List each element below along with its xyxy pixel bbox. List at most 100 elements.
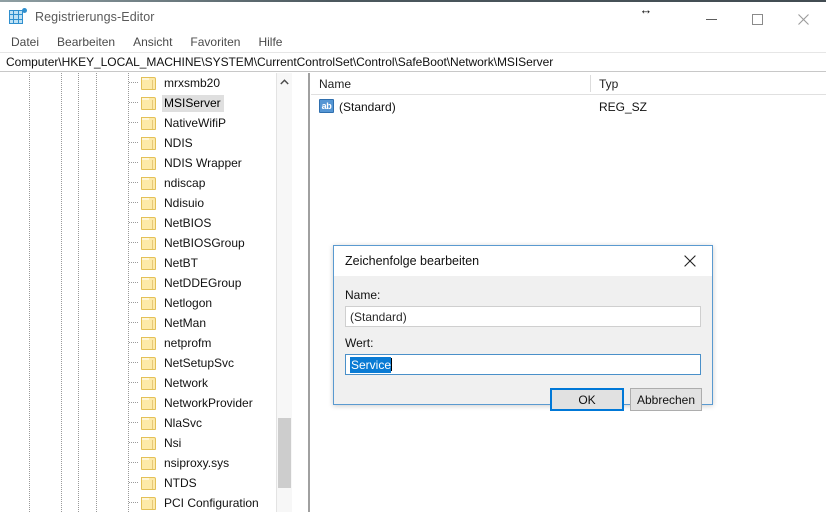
tree-item-nsiproxy-sys[interactable]: nsiproxy.sys: [0, 453, 292, 473]
tree-item-networkprovider[interactable]: NetworkProvider: [0, 393, 292, 413]
tree-connector: [129, 422, 139, 423]
tree-item-netbt[interactable]: NetBT: [0, 253, 292, 273]
column-header-name[interactable]: Name: [319, 73, 351, 94]
name-field[interactable]: (Standard): [345, 306, 701, 327]
tree-item-ndisuio[interactable]: Ndisuio: [0, 193, 292, 213]
scrollbar-up-button[interactable]: [277, 73, 292, 90]
close-button[interactable]: [780, 4, 826, 34]
scrollbar-thumb[interactable]: [278, 418, 291, 488]
tree-item-netbios[interactable]: NetBIOS: [0, 213, 292, 233]
list-column-header: Name Typ: [311, 73, 826, 95]
window-controls: [688, 4, 826, 34]
tree-connector: [129, 142, 139, 143]
window-titlebar: Registrierungs-Editor: [0, 2, 826, 32]
tree-item-mrxsmb20[interactable]: mrxsmb20: [0, 73, 292, 93]
folder-icon: [141, 136, 156, 150]
tree-item-nativewifip[interactable]: NativeWifiP: [0, 113, 292, 133]
tree-item-netlogon[interactable]: Netlogon: [0, 293, 292, 313]
tree-connector: [129, 482, 139, 483]
registry-editor-icon: [9, 8, 27, 25]
tree-item-pci-configuration[interactable]: PCI Configuration: [0, 493, 292, 512]
tree-vertical-scrollbar[interactable]: [276, 73, 292, 512]
folder-icon: [141, 356, 156, 370]
table-row[interactable]: ab (Standard) REG_SZ: [311, 97, 826, 117]
tree-connector: [129, 102, 139, 103]
tree-item-label: NetworkProvider: [164, 395, 253, 410]
tree-item-label: PCI Configuration: [164, 495, 259, 510]
tree-item-netddegroup[interactable]: NetDDEGroup: [0, 273, 292, 293]
tree-item-msiserver[interactable]: MSIServer: [0, 93, 292, 113]
tree-item-nlasvc[interactable]: NlaSvc: [0, 413, 292, 433]
tree-item-label: ndiscap: [164, 175, 206, 190]
tree-item-netsetupsvc[interactable]: NetSetupSvc: [0, 353, 292, 373]
tree-item-ntds[interactable]: NTDS: [0, 473, 292, 493]
tree-item-label: Netlogon: [164, 295, 213, 310]
tree-connector: [129, 122, 139, 123]
minimize-button[interactable]: [688, 4, 734, 34]
cancel-button[interactable]: Abbrechen: [630, 388, 702, 411]
address-bar[interactable]: Computer\HKEY_LOCAL_MACHINE\SYSTEM\Curre…: [0, 52, 826, 72]
tree-item-label: Nsi: [164, 435, 182, 450]
tree-connector: [129, 162, 139, 163]
dialog-title: Zeichenfolge bearbeiten: [345, 254, 480, 268]
tree-connector: [129, 282, 139, 283]
tree-item-ndiscap[interactable]: ndiscap: [0, 173, 292, 193]
menu-item-favoriten[interactable]: Favoriten: [181, 33, 249, 51]
close-icon: [797, 13, 809, 25]
minimize-icon: [705, 18, 717, 20]
close-icon: [684, 254, 696, 267]
tree-item-label: NetBIOS: [164, 215, 212, 230]
tree-item-ndis-wrapper[interactable]: NDIS Wrapper: [0, 153, 292, 173]
dialog-body: Name: (Standard) Wert: Service OK Abbrec…: [334, 276, 712, 411]
tree-connector: [129, 322, 139, 323]
tree-item-label: NativeWifiP: [164, 115, 227, 130]
tree-connector: [129, 442, 139, 443]
value-field-label: Wert:: [345, 336, 374, 350]
folder-icon: [141, 456, 156, 470]
folder-icon: [141, 216, 156, 230]
menu-item-datei[interactable]: Datei: [2, 33, 48, 51]
registry-tree-pane[interactable]: mrxsmb20 MSIServer NativeWifiP NDIS NDIS Wra…: [0, 73, 292, 512]
tree-connector: [129, 462, 139, 463]
ok-button[interactable]: OK: [550, 388, 624, 411]
tree-item-netprofm[interactable]: netprofm: [0, 333, 292, 353]
tree-item-label: netprofm: [164, 335, 212, 350]
menu-item-hilfe[interactable]: Hilfe: [249, 33, 291, 51]
tree-item-label: NetSetupSvc: [164, 355, 235, 370]
folder-icon: [141, 296, 156, 310]
registry-editor-window: Registrierungs-Editor ↔ Datei Bearbeiten…: [0, 0, 826, 512]
dialog-close-button[interactable]: [668, 246, 712, 275]
pane-splitter[interactable]: [308, 73, 310, 512]
chevron-up-icon: [280, 78, 289, 84]
folder-icon: [141, 316, 156, 330]
column-header-typ[interactable]: Typ: [599, 73, 618, 94]
value-field[interactable]: Service: [345, 354, 701, 375]
folder-icon: [141, 376, 156, 390]
tree-item-ndis[interactable]: NDIS: [0, 133, 292, 153]
folder-icon: [141, 396, 156, 410]
tree-item-network[interactable]: Network: [0, 373, 292, 393]
tree-item-label: NetBT: [164, 255, 199, 270]
registry-tree-list: mrxsmb20 MSIServer NativeWifiP NDIS NDIS Wra…: [0, 73, 292, 512]
tree-pane-edge: [293, 73, 294, 512]
menu-item-ansicht[interactable]: Ansicht: [124, 33, 181, 51]
column-divider[interactable]: [590, 75, 591, 92]
maximize-button[interactable]: [734, 4, 780, 34]
menu-item-bearbeiten[interactable]: Bearbeiten: [48, 33, 124, 51]
tree-item-nsi[interactable]: Nsi: [0, 433, 292, 453]
folder-icon: [141, 156, 156, 170]
value-field-selected-text: Service: [350, 356, 392, 373]
tree-item-label: Network: [164, 375, 209, 390]
tree-item-label: NTDS: [164, 475, 197, 490]
name-field-label: Name:: [345, 288, 381, 302]
tree-connector: [129, 182, 139, 183]
folder-icon: [141, 256, 156, 270]
tree-connector: [129, 302, 139, 303]
tree-item-netman[interactable]: NetMan: [0, 313, 292, 333]
tree-item-label: NetMan: [164, 315, 207, 330]
tree-item-netbiosgroup[interactable]: NetBIOSGroup: [0, 233, 292, 253]
folder-icon: [141, 176, 156, 190]
folder-icon: [141, 436, 156, 450]
tree-item-label: NDIS: [164, 135, 193, 150]
folder-icon: [141, 96, 156, 110]
